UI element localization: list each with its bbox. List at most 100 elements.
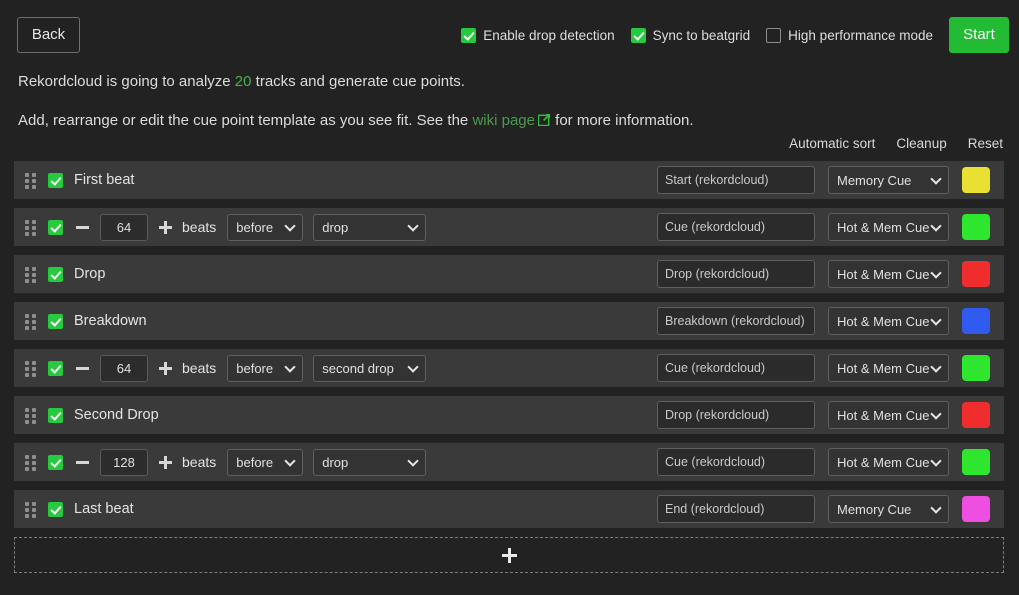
table-row[interactable]: beats before second drop Hot & Mem Cue <box>14 349 1004 387</box>
table-row[interactable]: beats before drop Hot & Mem Cue <box>14 208 1004 246</box>
row-controls: Memory Cue <box>657 161 1004 199</box>
color-swatch[interactable] <box>962 308 990 334</box>
increment-beats-button[interactable] <box>157 360 174 377</box>
table-row[interactable]: beats before drop Hot & Mem Cue <box>14 443 1004 481</box>
add-cue-point-button[interactable] <box>14 537 1004 573</box>
chevron-down-icon <box>930 318 940 324</box>
row-enabled-checkbox[interactable] <box>48 407 63 423</box>
beats-input[interactable] <box>100 448 148 476</box>
checkbox-enable-drop-detection[interactable] <box>461 27 477 43</box>
reset-link[interactable]: Reset <box>968 136 1003 151</box>
drag-handle-icon[interactable] <box>25 501 38 518</box>
table-row[interactable]: First beat Memory Cue <box>14 161 1004 199</box>
table-row[interactable]: Drop Hot & Mem Cue <box>14 255 1004 293</box>
decrement-beats-button[interactable] <box>74 360 91 377</box>
decrement-beats-button[interactable] <box>74 219 91 236</box>
option-high-performance-mode[interactable]: High performance mode <box>766 27 933 43</box>
start-button[interactable]: Start <box>949 17 1009 53</box>
beats-input[interactable] <box>100 354 148 382</box>
cue-type-select[interactable]: Memory Cue <box>828 495 949 523</box>
cue-name-input[interactable] <box>657 213 815 241</box>
drag-handle-icon[interactable] <box>25 313 38 330</box>
row-enabled-checkbox[interactable] <box>48 360 63 376</box>
decrement-beats-button[interactable] <box>74 454 91 471</box>
row-enabled-checkbox[interactable] <box>48 313 63 329</box>
cue-type-select[interactable]: Memory Cue <box>828 166 949 194</box>
option-sync-to-beatgrid[interactable]: Sync to beatgrid <box>630 27 750 43</box>
cue-name-input[interactable] <box>657 448 815 476</box>
cue-type-select[interactable]: Hot & Mem Cue <box>828 213 949 241</box>
beats-input[interactable] <box>100 213 148 241</box>
option-label-high-performance-mode: High performance mode <box>788 27 933 43</box>
drag-handle-icon[interactable] <box>25 266 38 283</box>
color-swatch[interactable] <box>962 402 990 428</box>
row-enabled-checkbox[interactable] <box>48 501 63 517</box>
row-enabled-checkbox[interactable] <box>48 454 63 470</box>
cue-name-input[interactable] <box>657 495 815 523</box>
table-row[interactable]: Second Drop Hot & Mem Cue <box>14 396 1004 434</box>
target-value: second drop <box>322 360 394 376</box>
back-button[interactable]: Back <box>17 17 80 53</box>
row-enabled-checkbox[interactable] <box>48 266 63 282</box>
toolbar-options: Enable drop detection Sync to beatgrid H… <box>461 17 1009 53</box>
drag-handle-icon[interactable] <box>25 407 38 424</box>
target-select[interactable]: second drop <box>313 354 427 382</box>
cleanup-link[interactable]: Cleanup <box>896 136 946 151</box>
option-label-enable-drop-detection: Enable drop detection <box>483 27 615 43</box>
color-swatch[interactable] <box>962 496 990 522</box>
chevron-down-icon <box>284 224 294 230</box>
description-block: Rekordcloud is going to analyze 20 track… <box>18 73 694 129</box>
row-controls: Hot & Mem Cue <box>657 396 1004 434</box>
row-controls: Hot & Mem Cue <box>657 255 1004 293</box>
target-select[interactable]: drop <box>313 213 427 241</box>
cue-name-input[interactable] <box>657 401 815 429</box>
row-title: Last beat <box>74 501 134 517</box>
color-swatch[interactable] <box>962 214 990 240</box>
color-swatch[interactable] <box>962 355 990 381</box>
drag-handle-icon[interactable] <box>25 219 38 236</box>
chevron-down-icon <box>930 224 940 230</box>
direction-select[interactable]: before <box>227 448 304 476</box>
checkbox-sync-to-beatgrid[interactable] <box>630 27 646 43</box>
cue-name-input[interactable] <box>657 307 815 335</box>
cue-type-select[interactable]: Hot & Mem Cue <box>828 307 949 335</box>
checkbox-high-performance-mode[interactable] <box>766 27 782 43</box>
cue-name-input[interactable] <box>657 166 815 194</box>
increment-beats-button[interactable] <box>157 219 174 236</box>
chevron-down-icon <box>930 365 940 371</box>
cue-type-value: Hot & Mem Cue <box>837 219 930 235</box>
direction-select[interactable]: before <box>227 354 304 382</box>
row-controls: Hot & Mem Cue <box>657 302 1004 340</box>
color-swatch[interactable] <box>962 449 990 475</box>
template-help-suffix: for more information. <box>551 112 694 129</box>
color-swatch[interactable] <box>962 167 990 193</box>
direction-select[interactable]: before <box>227 213 304 241</box>
direction-value: before <box>236 454 274 470</box>
table-row[interactable]: Breakdown Hot & Mem Cue <box>14 302 1004 340</box>
automatic-sort-link[interactable]: Automatic sort <box>789 136 875 151</box>
drag-handle-icon[interactable] <box>25 360 38 377</box>
row-title: Drop <box>74 266 106 282</box>
direction-value: before <box>236 360 274 376</box>
cue-type-value: Memory Cue <box>837 172 912 188</box>
row-enabled-checkbox[interactable] <box>48 219 63 235</box>
row-controls: Hot & Mem Cue <box>657 349 1004 387</box>
cue-template-page: Back Enable drop detection Sync to beatg… <box>0 0 1019 595</box>
drag-handle-icon[interactable] <box>25 454 38 471</box>
row-controls: Memory Cue <box>657 490 1004 528</box>
cue-type-select[interactable]: Hot & Mem Cue <box>828 354 949 382</box>
increment-beats-button[interactable] <box>157 454 174 471</box>
row-enabled-checkbox[interactable] <box>48 172 63 188</box>
cue-type-value: Hot & Mem Cue <box>837 266 930 282</box>
cue-name-input[interactable] <box>657 260 815 288</box>
option-enable-drop-detection[interactable]: Enable drop detection <box>461 27 615 43</box>
cue-type-select[interactable]: Hot & Mem Cue <box>828 401 949 429</box>
table-row[interactable]: Last beat Memory Cue <box>14 490 1004 528</box>
cue-type-select[interactable]: Hot & Mem Cue <box>828 448 949 476</box>
cue-name-input[interactable] <box>657 354 815 382</box>
drag-handle-icon[interactable] <box>25 172 38 189</box>
color-swatch[interactable] <box>962 261 990 287</box>
wiki-page-link[interactable]: wiki page <box>472 112 535 129</box>
target-select[interactable]: drop <box>313 448 427 476</box>
cue-type-select[interactable]: Hot & Mem Cue <box>828 260 949 288</box>
